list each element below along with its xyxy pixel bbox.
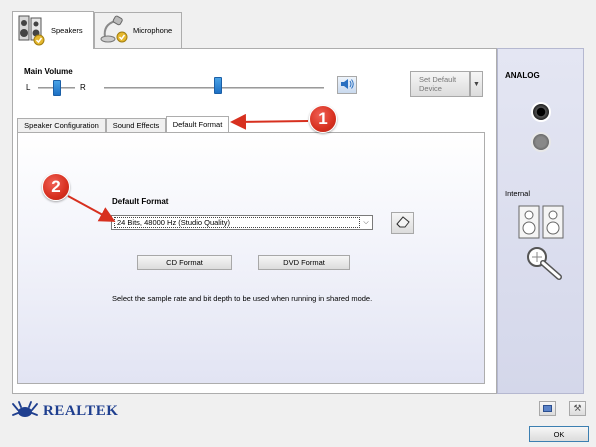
ok-button[interactable]: OK bbox=[529, 426, 589, 442]
realtek-crab-icon bbox=[12, 401, 38, 421]
tab-default-format-label: Default Format bbox=[172, 120, 223, 129]
tab-default-format[interactable]: Default Format bbox=[166, 116, 229, 132]
annotation-badge-2: 2 bbox=[42, 173, 70, 201]
annotation-arrow-1 bbox=[230, 113, 309, 130]
tab-speakers-label: Speakers bbox=[51, 26, 83, 35]
settings-button[interactable]: ⚒ bbox=[569, 401, 586, 416]
tab-speakers[interactable]: Speakers bbox=[12, 11, 94, 49]
realtek-logo: REALTEK bbox=[12, 401, 118, 421]
annotation-arrows bbox=[67, 113, 309, 222]
annotation-arrow-2 bbox=[67, 195, 116, 222]
monitor-icon bbox=[543, 405, 552, 412]
ok-button-label: OK bbox=[553, 429, 565, 439]
brand-name: REALTEK bbox=[43, 402, 119, 419]
info-button[interactable] bbox=[539, 401, 556, 416]
wrench-icon: ⚒ bbox=[573, 403, 582, 413]
speakers-icon bbox=[17, 14, 47, 48]
annotation-badge-1: 1 bbox=[309, 105, 337, 133]
